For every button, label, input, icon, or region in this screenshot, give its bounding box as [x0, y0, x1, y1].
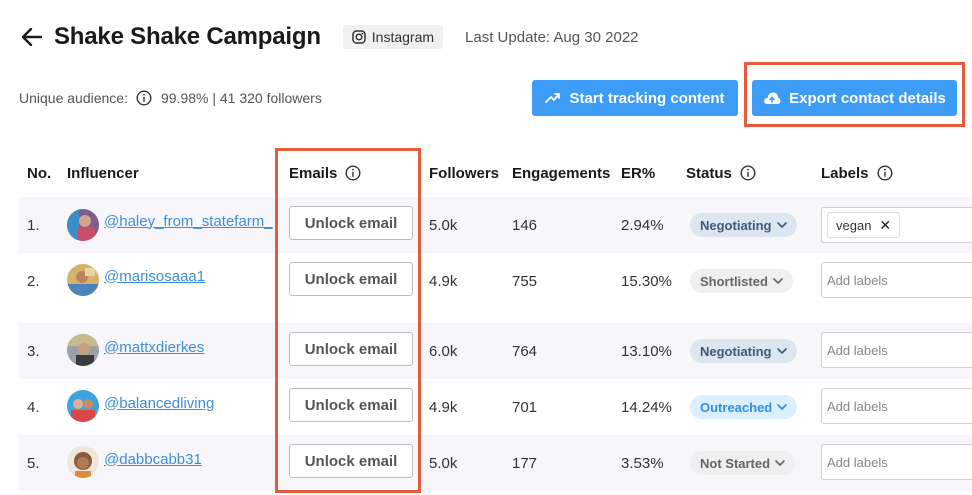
labels-placeholder: Add labels [827, 272, 888, 288]
er-value: 14.24% [621, 398, 672, 416]
chevron-down-icon [775, 460, 785, 466]
labels-placeholder: Add labels [827, 398, 888, 414]
influencer-handle-link[interactable]: @balancedliving [104, 393, 214, 413]
page-title: Shake Shake Campaign [54, 23, 321, 50]
status-dropdown[interactable]: Shortlisted [690, 269, 793, 293]
row-number: 5. [27, 454, 40, 472]
status-label: Shortlisted [700, 273, 768, 289]
avatar[interactable] [67, 264, 99, 296]
influencer-handle-link[interactable]: @marisosaaa1 [104, 266, 205, 286]
labels-field[interactable]: Add labels [821, 262, 972, 298]
followers-value: 4.9k [429, 272, 458, 290]
chevron-down-icon [776, 222, 787, 228]
row-number: 3. [27, 342, 40, 360]
instagram-icon [352, 30, 366, 44]
labels-field[interactable]: vegan ✕ [821, 207, 972, 243]
table-row: 3. @mattxdierkes Unlock email 6.0k 764 1… [19, 323, 972, 379]
status-label: Negotiating [700, 217, 772, 233]
info-icon[interactable] [740, 165, 756, 181]
influencer-handle-link[interactable]: @haley_from_statefarm_ [104, 211, 273, 231]
engagements-value: 177 [512, 454, 538, 472]
unlock-email-button[interactable]: Unlock email [289, 262, 413, 296]
er-value: 15.30% [621, 272, 672, 290]
column-header-influencer[interactable]: Influencer [67, 163, 139, 183]
back-arrow-icon[interactable] [22, 26, 44, 48]
unlock-email-button[interactable]: Unlock email [289, 444, 413, 478]
status-label: Outreached [700, 399, 773, 415]
column-header-status: Status [686, 163, 756, 183]
label-tag: vegan ✕ [827, 212, 901, 238]
column-header-emails: Emails [289, 163, 361, 183]
info-icon[interactable] [877, 165, 893, 181]
column-header-no: No. [27, 164, 52, 182]
column-header-status-label: Status [686, 164, 732, 182]
status-label: Not Started [700, 455, 771, 471]
unlock-email-button[interactable]: Unlock email [289, 388, 413, 422]
influencer-handle-link[interactable]: @dabbcabb31 [104, 449, 202, 469]
er-value: 13.10% [621, 342, 672, 360]
avatar[interactable] [67, 334, 99, 366]
column-header-emails-label: Emails [289, 164, 338, 182]
status-label: Negotiating [700, 343, 772, 359]
row-number: 1. [27, 216, 40, 234]
followers-value: 6.0k [429, 342, 458, 360]
labels-field[interactable]: Add labels [821, 444, 972, 480]
table-row: 1. @haley_from_statefarm_ Unlock email 5… [19, 197, 972, 253]
unlock-email-button[interactable]: Unlock email [289, 332, 413, 366]
table-row: 5. @dabbcabb31 Unlock email 5.0k 177 3.5… [19, 435, 972, 491]
engagements-value: 764 [512, 342, 538, 360]
export-contact-button[interactable]: Export contact details [752, 80, 957, 116]
column-header-er[interactable]: ER% [621, 163, 655, 183]
status-dropdown[interactable]: Outreached [690, 395, 798, 419]
unique-audience: Unique audience: 99.98% | 41 320 followe… [19, 88, 322, 108]
last-update: Last Update: Aug 30 2022 [465, 28, 639, 46]
cloud-upload-icon [764, 92, 781, 104]
followers-value: 4.9k [429, 398, 458, 416]
table-row: 4. @balancedliving Unlock email 4.9k 701… [19, 379, 972, 435]
avatar[interactable] [67, 209, 99, 241]
audience-value: 99.98% | 41 320 followers [160, 90, 322, 106]
row-number: 4. [27, 398, 40, 416]
column-header-engagements[interactable]: Engagements [512, 163, 610, 183]
export-contact-label: Export contact details [789, 89, 946, 107]
label-tag-text: vegan [836, 217, 872, 233]
influencer-handle-link[interactable]: @mattxdierkes [104, 337, 204, 357]
info-icon[interactable] [136, 90, 152, 106]
start-tracking-button[interactable]: Start tracking content [532, 80, 738, 116]
chevron-down-icon [777, 404, 788, 410]
labels-placeholder: Add labels [827, 454, 888, 470]
followers-value: 5.0k [429, 454, 458, 472]
platform-name: Instagram [371, 29, 435, 45]
er-value: 2.94% [621, 216, 664, 234]
table-row: 2. @marisosaaa1 Unlock email 4.9k 755 15… [19, 253, 972, 323]
column-header-followers[interactable]: Followers [429, 163, 499, 183]
column-header-labels: Labels [821, 163, 893, 183]
status-dropdown[interactable]: Negotiating [690, 213, 797, 237]
labels-field[interactable]: Add labels [821, 388, 972, 424]
avatar[interactable] [67, 390, 99, 422]
unlock-email-button[interactable]: Unlock email [289, 206, 413, 240]
avatar[interactable] [67, 446, 99, 478]
trending-up-icon [545, 93, 561, 103]
status-dropdown[interactable]: Negotiating [690, 339, 797, 363]
row-number: 2. [27, 272, 40, 290]
engagements-value: 701 [512, 398, 538, 416]
er-value: 3.53% [621, 454, 664, 472]
labels-placeholder: Add labels [827, 342, 888, 358]
chevron-down-icon [776, 348, 787, 354]
start-tracking-label: Start tracking content [569, 89, 725, 107]
column-header-labels-label: Labels [821, 164, 869, 182]
platform-badge: Instagram [342, 25, 444, 49]
page-header: Shake Shake Campaign Instagram Last Upda… [22, 22, 639, 52]
close-icon[interactable]: ✕ [879, 217, 891, 234]
info-icon[interactable] [345, 165, 361, 181]
labels-field[interactable]: Add labels [821, 332, 972, 368]
status-dropdown[interactable]: Not Started [690, 451, 796, 475]
audience-label: Unique audience: [19, 90, 128, 106]
chevron-down-icon [773, 278, 783, 284]
engagements-value: 146 [512, 216, 538, 234]
followers-value: 5.0k [429, 216, 458, 234]
engagements-value: 755 [512, 272, 538, 290]
